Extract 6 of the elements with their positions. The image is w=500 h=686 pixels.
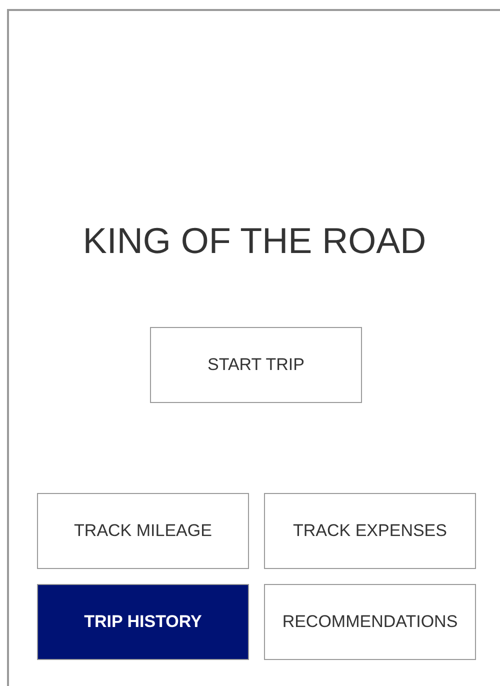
menu-button[interactable]: TRACK EXPENSES <box>264 493 476 569</box>
menu-button[interactable]: RECOMMENDATIONS <box>264 584 476 660</box>
menu-button[interactable]: TRIP HISTORY <box>37 584 249 660</box>
app-title: KING OF THE ROAD <box>82 221 426 261</box>
start-trip-button[interactable]: START TRIP <box>150 327 362 403</box>
menu-button[interactable]: TRACK MILEAGE <box>37 493 249 569</box>
